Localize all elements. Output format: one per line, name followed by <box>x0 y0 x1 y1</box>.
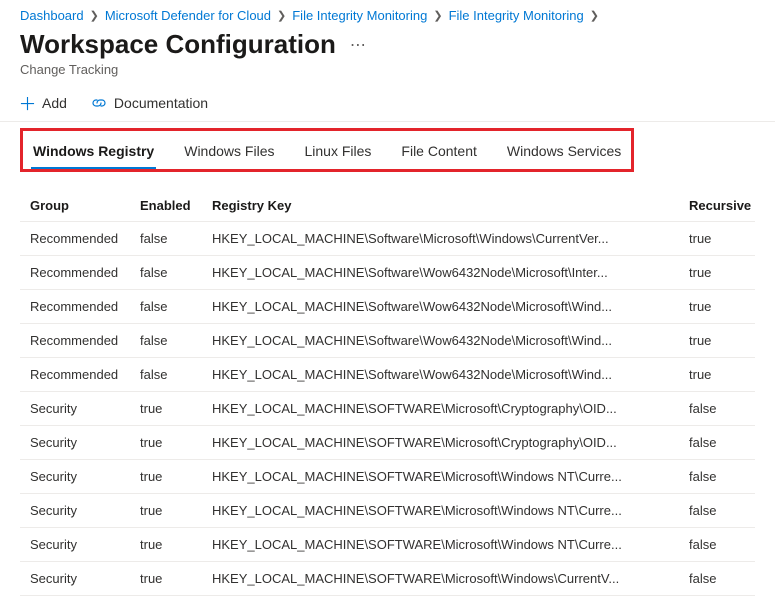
breadcrumb: Dashboard ❯ Microsoft Defender for Cloud… <box>20 8 755 23</box>
cell-group: Security <box>20 426 130 460</box>
cell-group: Recommended <box>20 290 130 324</box>
cell-group: Security <box>20 562 130 596</box>
table-row[interactable]: SecuritytrueHKEY_LOCAL_MACHINE\SOFTWARE\… <box>20 392 755 426</box>
cell-enabled: false <box>130 324 202 358</box>
cell-regkey: HKEY_LOCAL_MACHINE\SOFTWARE\Microsoft\Wi… <box>202 460 679 494</box>
page-title: Workspace Configuration <box>20 29 336 60</box>
cell-recursive: false <box>679 460 755 494</box>
chevron-right-icon: ❯ <box>277 9 286 22</box>
page-subtitle: Change Tracking <box>20 62 755 77</box>
cell-enabled: true <box>130 426 202 460</box>
cell-enabled: true <box>130 528 202 562</box>
cell-group: Recommended <box>20 222 130 256</box>
breadcrumb-item[interactable]: File Integrity Monitoring <box>449 8 584 23</box>
table-row[interactable]: RecommendedfalseHKEY_LOCAL_MACHINE\Softw… <box>20 290 755 324</box>
cell-recursive: false <box>679 528 755 562</box>
tab-linux-files[interactable]: Linux Files <box>302 137 373 169</box>
add-button-label: Add <box>42 95 67 111</box>
cell-recursive: false <box>679 392 755 426</box>
cell-group: Security <box>20 392 130 426</box>
table-row[interactable]: SecuritytrueHKEY_LOCAL_MACHINE\SOFTWARE\… <box>20 528 755 562</box>
cell-enabled: false <box>130 222 202 256</box>
cell-enabled: true <box>130 494 202 528</box>
breadcrumb-item[interactable]: File Integrity Monitoring <box>292 8 427 23</box>
cell-regkey: HKEY_LOCAL_MACHINE\Software\Wow6432Node\… <box>202 290 679 324</box>
table-row[interactable]: RecommendedfalseHKEY_LOCAL_MACHINE\Softw… <box>20 222 755 256</box>
cell-group: Security <box>20 460 130 494</box>
cell-regkey: HKEY_LOCAL_MACHINE\Software\Microsoft\Wi… <box>202 222 679 256</box>
cell-regkey: HKEY_LOCAL_MACHINE\Software\Wow6432Node\… <box>202 324 679 358</box>
cell-regkey: HKEY_LOCAL_MACHINE\Software\Wow6432Node\… <box>202 256 679 290</box>
link-icon <box>91 95 107 111</box>
table-header-row: Group Enabled Registry Key Recursive <box>20 190 755 222</box>
cell-recursive: true <box>679 358 755 392</box>
column-header-recursive[interactable]: Recursive <box>679 190 755 222</box>
table-row[interactable]: RecommendedfalseHKEY_LOCAL_MACHINE\Softw… <box>20 256 755 290</box>
cell-enabled: false <box>130 256 202 290</box>
cell-regkey: HKEY_LOCAL_MACHINE\SOFTWARE\Microsoft\Wi… <box>202 494 679 528</box>
cell-enabled: true <box>130 460 202 494</box>
cell-recursive: true <box>679 256 755 290</box>
chevron-right-icon: ❯ <box>590 9 599 22</box>
cell-recursive: true <box>679 290 755 324</box>
tab-list: Windows Registry Windows Files Linux Fil… <box>20 128 634 172</box>
breadcrumb-item[interactable]: Dashboard <box>20 8 84 23</box>
table-row[interactable]: SecuritytrueHKEY_LOCAL_MACHINE\SOFTWARE\… <box>20 460 755 494</box>
divider <box>0 121 775 122</box>
more-actions-button[interactable]: ⋯ <box>350 35 366 55</box>
cell-group: Security <box>20 494 130 528</box>
chevron-right-icon: ❯ <box>433 9 442 22</box>
table-row[interactable]: RecommendedfalseHKEY_LOCAL_MACHINE\Softw… <box>20 324 755 358</box>
cell-group: Recommended <box>20 324 130 358</box>
cell-regkey: HKEY_LOCAL_MACHINE\SOFTWARE\Microsoft\Cr… <box>202 392 679 426</box>
tab-windows-files[interactable]: Windows Files <box>182 137 276 169</box>
cell-enabled: true <box>130 392 202 426</box>
tab-file-content[interactable]: File Content <box>399 137 478 169</box>
column-header-registry-key[interactable]: Registry Key <box>202 190 679 222</box>
registry-table: Group Enabled Registry Key Recursive Rec… <box>20 190 755 596</box>
plus-icon <box>20 96 35 111</box>
cell-recursive: true <box>679 324 755 358</box>
cell-group: Security <box>20 528 130 562</box>
chevron-right-icon: ❯ <box>90 9 99 22</box>
cell-regkey: HKEY_LOCAL_MACHINE\SOFTWARE\Microsoft\Wi… <box>202 562 679 596</box>
toolbar: Add Documentation <box>20 95 755 121</box>
column-header-enabled[interactable]: Enabled <box>130 190 202 222</box>
cell-recursive: false <box>679 494 755 528</box>
cell-recursive: false <box>679 426 755 460</box>
cell-group: Recommended <box>20 358 130 392</box>
documentation-button[interactable]: Documentation <box>91 95 208 111</box>
column-header-group[interactable]: Group <box>20 190 130 222</box>
cell-regkey: HKEY_LOCAL_MACHINE\SOFTWARE\Microsoft\Cr… <box>202 426 679 460</box>
table-row[interactable]: RecommendedfalseHKEY_LOCAL_MACHINE\Softw… <box>20 358 755 392</box>
table-row[interactable]: SecuritytrueHKEY_LOCAL_MACHINE\SOFTWARE\… <box>20 562 755 596</box>
cell-group: Recommended <box>20 256 130 290</box>
tab-windows-registry[interactable]: Windows Registry <box>31 137 156 169</box>
cell-regkey: HKEY_LOCAL_MACHINE\SOFTWARE\Microsoft\Wi… <box>202 528 679 562</box>
documentation-button-label: Documentation <box>114 95 208 111</box>
table-row[interactable]: SecuritytrueHKEY_LOCAL_MACHINE\SOFTWARE\… <box>20 426 755 460</box>
cell-enabled: false <box>130 290 202 324</box>
cell-enabled: true <box>130 562 202 596</box>
cell-regkey: HKEY_LOCAL_MACHINE\Software\Wow6432Node\… <box>202 358 679 392</box>
cell-enabled: false <box>130 358 202 392</box>
table-row[interactable]: SecuritytrueHKEY_LOCAL_MACHINE\SOFTWARE\… <box>20 494 755 528</box>
breadcrumb-item[interactable]: Microsoft Defender for Cloud <box>105 8 271 23</box>
tab-windows-services[interactable]: Windows Services <box>505 137 623 169</box>
cell-recursive: true <box>679 222 755 256</box>
add-button[interactable]: Add <box>20 95 67 111</box>
cell-recursive: false <box>679 562 755 596</box>
